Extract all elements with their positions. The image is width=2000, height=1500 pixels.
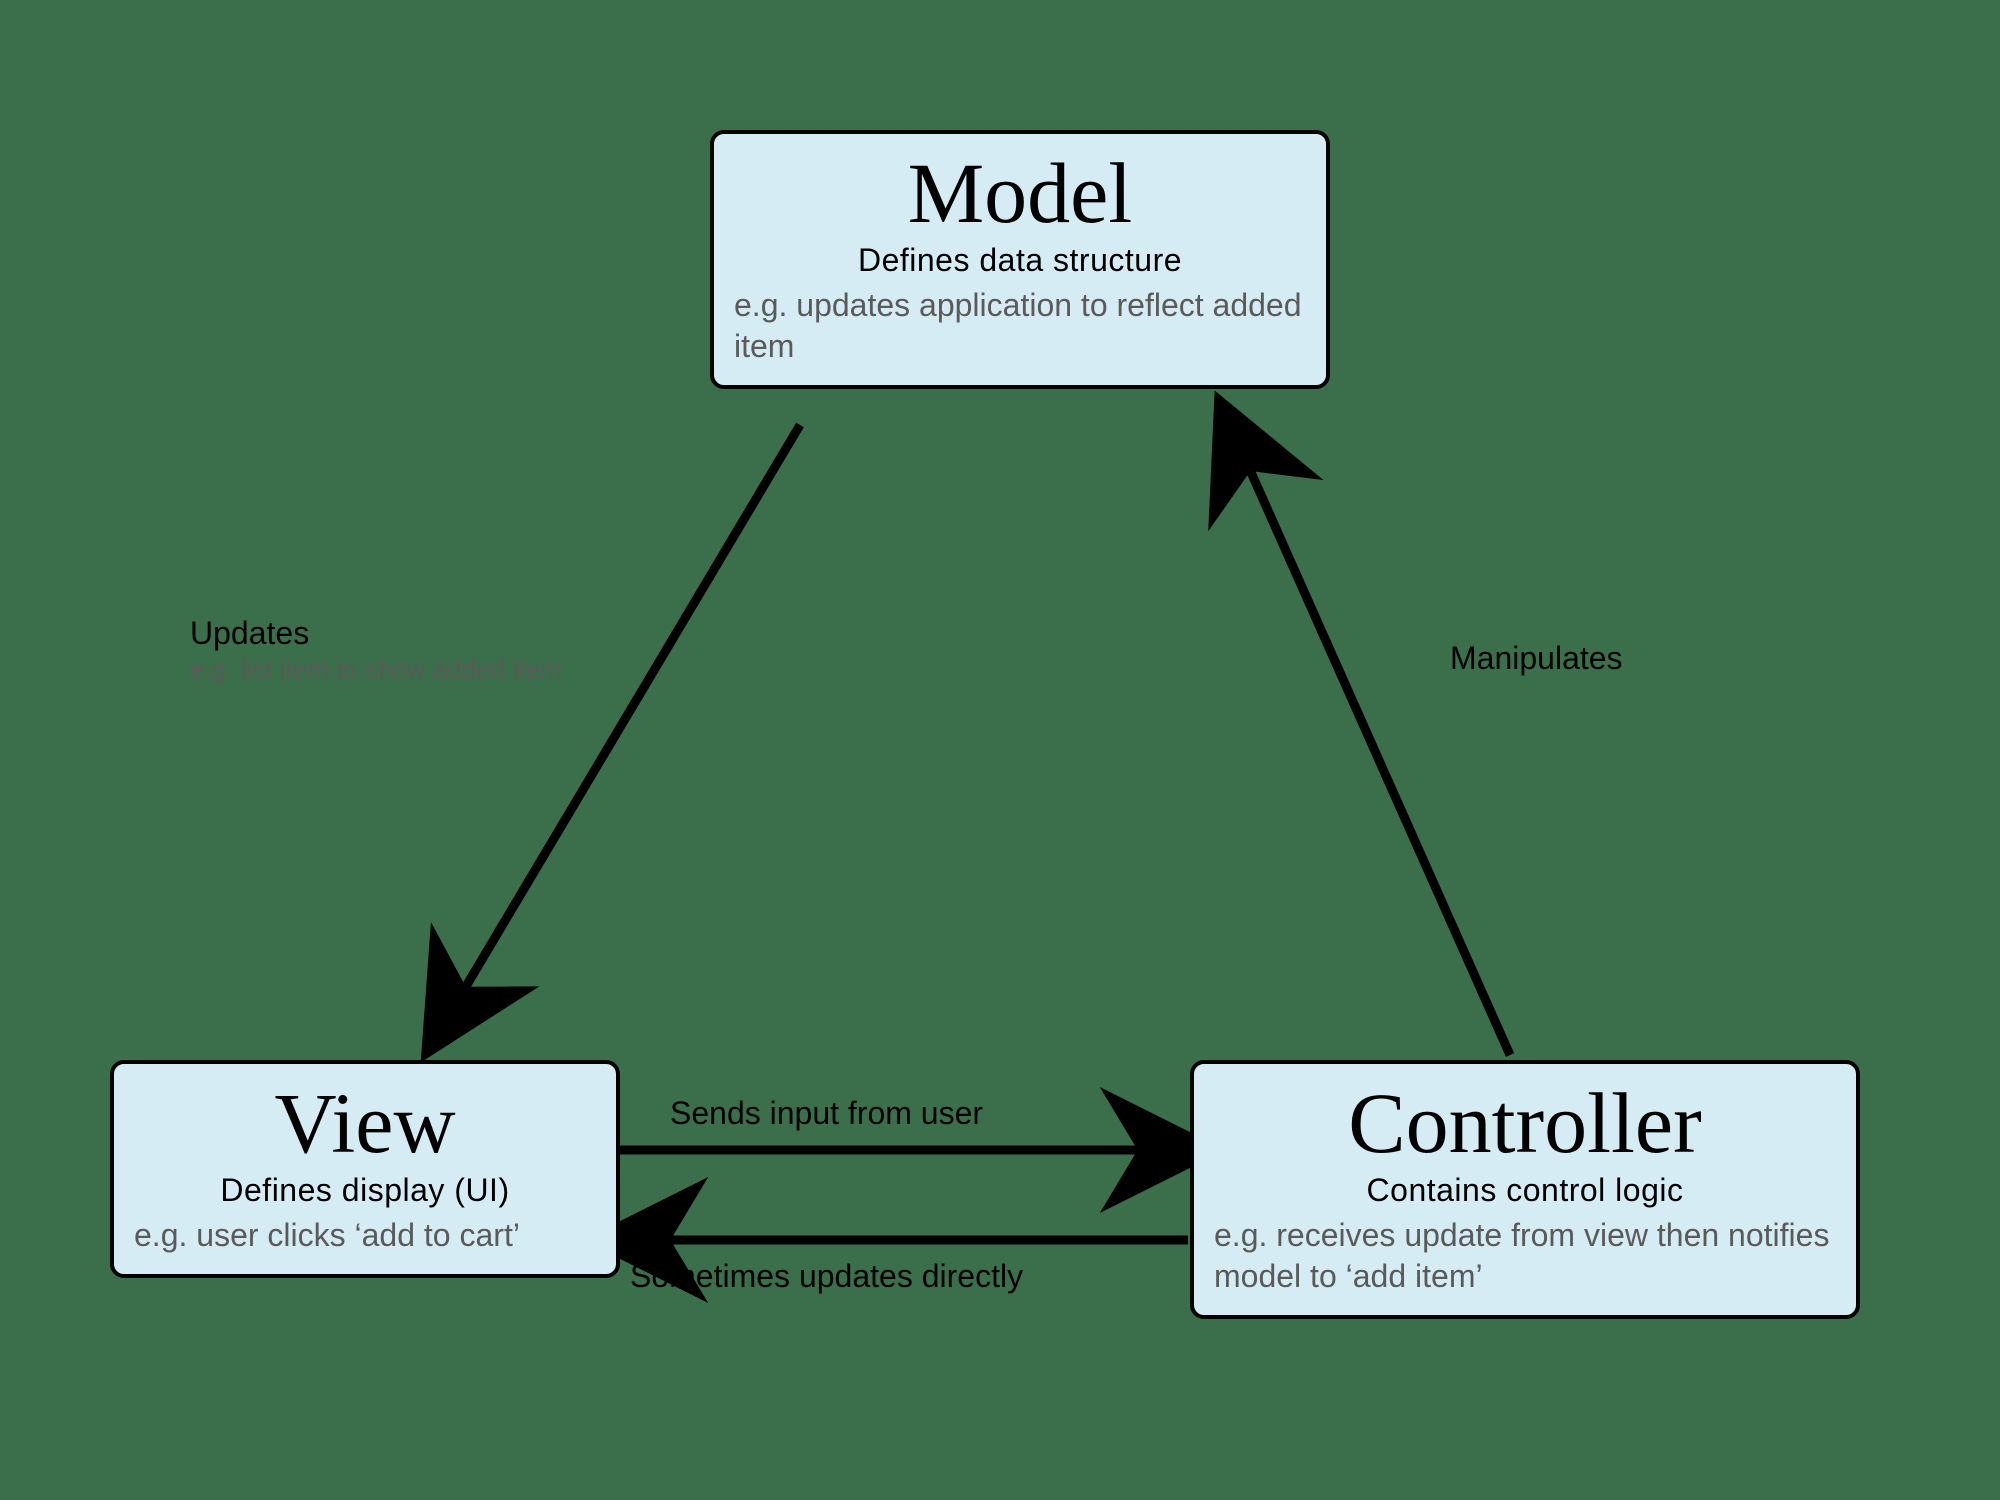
label-sometimes-updates-main: Sometimes updates directly bbox=[630, 1258, 1023, 1295]
label-sends-input: Sends input from user bbox=[670, 1095, 983, 1132]
label-sends-input-main: Sends input from user bbox=[670, 1095, 983, 1132]
view-subtitle: Defines display (UI) bbox=[134, 1172, 596, 1209]
arrow-controller-to-model bbox=[1230, 425, 1510, 1055]
view-title: View bbox=[134, 1078, 596, 1168]
label-updates: Updates e.g. list item to show added ite… bbox=[190, 615, 650, 685]
controller-subtitle: Contains control logic bbox=[1214, 1172, 1836, 1209]
node-view: View Defines display (UI) e.g. user clic… bbox=[110, 1060, 620, 1278]
controller-example: e.g. receives update from view then noti… bbox=[1214, 1215, 1836, 1297]
label-updates-sub: e.g. list item to show added item bbox=[190, 654, 650, 685]
view-example: e.g. user clicks ‘add to cart’ bbox=[134, 1215, 596, 1256]
label-sometimes-updates: Sometimes updates directly bbox=[630, 1258, 1023, 1295]
model-title: Model bbox=[734, 148, 1306, 238]
label-manipulates: Manipulates bbox=[1450, 640, 1623, 677]
node-controller: Controller Contains control logic e.g. r… bbox=[1190, 1060, 1860, 1319]
label-manipulates-main: Manipulates bbox=[1450, 640, 1623, 677]
controller-title: Controller bbox=[1214, 1078, 1836, 1168]
label-updates-main: Updates bbox=[190, 615, 650, 652]
node-model: Model Defines data structure e.g. update… bbox=[710, 130, 1330, 389]
model-subtitle: Defines data structure bbox=[734, 242, 1306, 279]
model-example: e.g. updates application to reflect adde… bbox=[734, 285, 1306, 367]
arrow-model-to-view bbox=[440, 425, 800, 1030]
